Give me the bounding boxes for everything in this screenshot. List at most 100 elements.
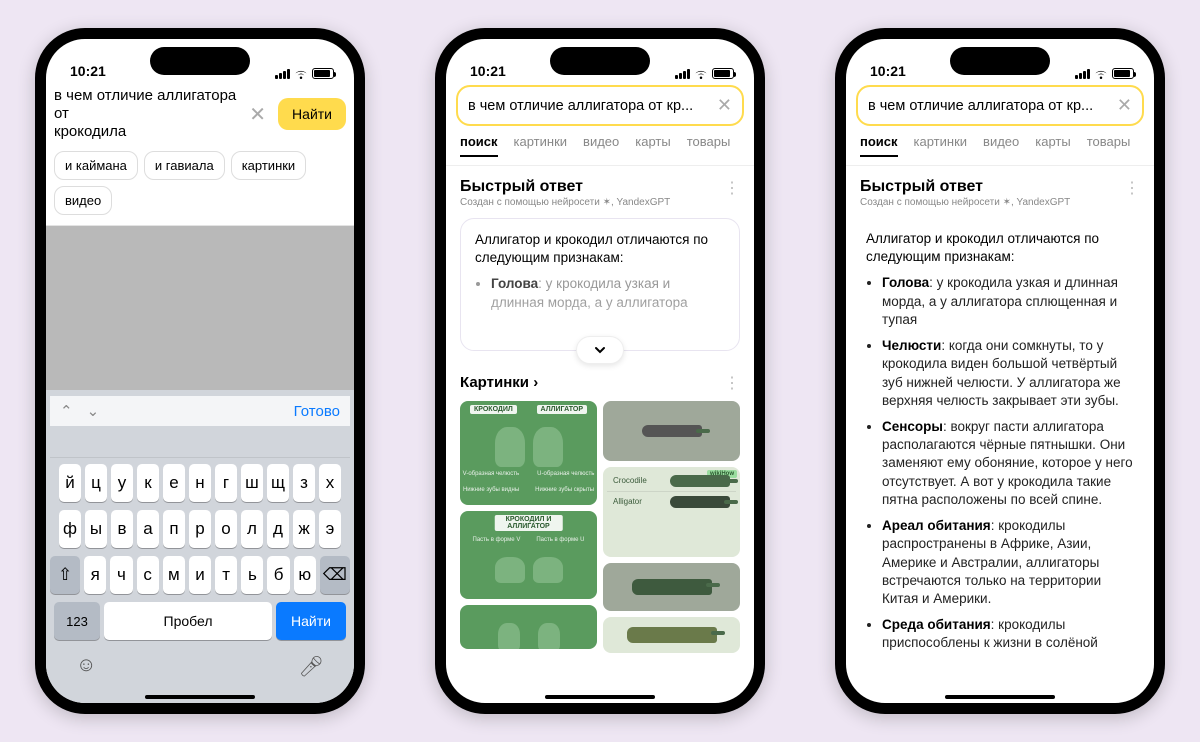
clear-icon[interactable]: ✕ (243, 100, 272, 129)
key-letter[interactable]: й (59, 464, 81, 502)
tab-search[interactable]: поиск (860, 134, 898, 157)
notch (950, 47, 1050, 75)
kb-done-button[interactable]: Готово (294, 403, 340, 420)
key-letter[interactable]: к (137, 464, 159, 502)
image-result[interactable] (603, 401, 740, 461)
chip[interactable]: и каймана (54, 151, 138, 180)
clear-icon[interactable]: ✕ (711, 95, 732, 116)
tab-goods[interactable]: товары (687, 134, 731, 157)
status-icons (1075, 68, 1134, 79)
key-letter[interactable]: л (241, 510, 263, 548)
content[interactable]: Быстрый ответ Создан с помощью нейросети… (846, 166, 1154, 680)
mic-icon[interactable]: 🎤︎ (299, 654, 324, 679)
image-result[interactable]: КРОКОДИЛ АЛЛИГАТОР V-образная челюстьU-о… (460, 401, 597, 505)
emoji-icon[interactable]: ☺ (76, 654, 96, 679)
qa-card: Аллигатор и крокодил отличаются по следу… (860, 218, 1140, 653)
phone-1: 10:21 в чем отличие аллигатора от крокод… (35, 28, 365, 714)
key-letter[interactable]: ю (294, 556, 316, 594)
kb-down-icon[interactable]: ⌄ (87, 402, 100, 420)
key-space[interactable]: Пробел (104, 602, 272, 640)
tab-video[interactable]: видео (583, 134, 619, 157)
key-letter[interactable]: а (137, 510, 159, 548)
tab-video[interactable]: видео (983, 134, 1019, 157)
search-area: в чем отличие аллигатора от крокодила ✕ … (46, 81, 354, 226)
battery-icon (712, 68, 734, 79)
key-letter[interactable]: ц (85, 464, 107, 502)
key-letter[interactable]: т (215, 556, 237, 594)
more-icon[interactable]: ⋮ (1124, 178, 1140, 198)
key-letter[interactable]: е (163, 464, 185, 502)
tab-images[interactable]: картинки (514, 134, 568, 157)
content-dim (46, 226, 354, 406)
image-result[interactable]: wikiHow Crocodile Alligator (603, 467, 740, 557)
key-letter[interactable]: ж (293, 510, 315, 548)
key-letter[interactable]: м (163, 556, 185, 594)
phone-2: 10:21 в чем отличие аллигатора от кр... … (435, 28, 765, 714)
key-letter[interactable]: р (189, 510, 211, 548)
search-input[interactable]: в чем отличие аллигатора от кр... ✕ (856, 85, 1144, 126)
key-letter[interactable]: в (111, 510, 133, 548)
expand-button[interactable] (576, 336, 624, 364)
key-letter[interactable]: э (319, 510, 341, 548)
images-title[interactable]: Картинки › (460, 374, 538, 391)
qa-intro: Аллигатор и крокодил отличаются по следу… (866, 230, 1134, 266)
qa-bullet: Ареал обитания: крокодилы распространены… (882, 517, 1134, 608)
tab-search[interactable]: поиск (460, 134, 498, 157)
key-letter[interactable]: б (267, 556, 289, 594)
image-result[interactable] (603, 617, 740, 653)
chip[interactable]: картинки (231, 151, 307, 180)
chip[interactable]: и гавиала (144, 151, 225, 180)
image-result[interactable] (603, 563, 740, 611)
tab-goods[interactable]: товары (1087, 134, 1131, 157)
tab-maps[interactable]: карты (1035, 134, 1070, 157)
key-backspace[interactable]: ⌫ (320, 556, 350, 594)
key-letter[interactable]: д (267, 510, 289, 548)
qa-title: Быстрый ответ (860, 178, 1070, 196)
wifi-icon (1094, 69, 1108, 79)
key-letter[interactable]: з (293, 464, 315, 502)
key-letter[interactable]: х (319, 464, 341, 502)
qa-bullet: Среда обитания: крокодилы приспособлены … (882, 616, 1134, 652)
search-row: в чем отличие аллигатора от крокодила ✕ … (54, 85, 346, 143)
key-letter[interactable]: о (215, 510, 237, 548)
key-shift[interactable]: ⇧ (50, 556, 80, 594)
image-result[interactable]: КРОКОДИЛ И АЛЛИГАТОР Пасть в форме VПаст… (460, 511, 597, 599)
home-indicator[interactable] (945, 695, 1055, 699)
qa-subtitle: Создан с помощью нейросети ✶, YandexGPT (460, 197, 670, 208)
signal-icon (275, 69, 290, 79)
key-letter[interactable]: г (215, 464, 237, 502)
find-button[interactable]: Найти (278, 98, 346, 130)
qa-bullet: Челюсти: когда они сомкнуты, то у крокод… (882, 337, 1134, 410)
kb-up-icon[interactable]: ⌃ (60, 402, 73, 420)
qa-intro: Аллигатор и крокодил отличаются по следу… (475, 231, 725, 267)
search-input[interactable]: в чем отличие аллигатора от кр... ✕ (456, 85, 744, 126)
key-letter[interactable]: п (163, 510, 185, 548)
chip[interactable]: видео (54, 186, 112, 215)
key-123[interactable]: 123 (54, 602, 100, 640)
home-indicator[interactable] (145, 695, 255, 699)
key-letter[interactable]: с (137, 556, 159, 594)
more-icon[interactable]: ⋮ (724, 178, 740, 198)
keyboard[interactable]: ⌃ ⌄ Готово йцукенгшщзх фывапролджэ ⇧ячсми… (46, 390, 354, 703)
key-letter[interactable]: я (84, 556, 106, 594)
key-letter[interactable]: у (111, 464, 133, 502)
clear-icon[interactable]: ✕ (1111, 95, 1132, 116)
key-letter[interactable]: и (189, 556, 211, 594)
key-enter[interactable]: Найти (276, 602, 346, 640)
content[interactable]: Быстрый ответ Создан с помощью нейросети… (446, 166, 754, 680)
search-input[interactable]: в чем отличие аллигатора от крокодила (54, 85, 237, 143)
key-letter[interactable]: ы (85, 510, 107, 548)
candidate-bar[interactable] (50, 426, 350, 458)
key-letter[interactable]: ш (241, 464, 263, 502)
key-letter[interactable]: н (189, 464, 211, 502)
key-letter[interactable]: щ (267, 464, 289, 502)
tab-images[interactable]: картинки (914, 134, 968, 157)
signal-icon (675, 69, 690, 79)
key-letter[interactable]: ь (241, 556, 263, 594)
home-indicator[interactable] (545, 695, 655, 699)
key-letter[interactable]: ф (59, 510, 81, 548)
image-result[interactable] (460, 605, 597, 649)
more-icon[interactable]: ⋮ (724, 373, 740, 393)
key-letter[interactable]: ч (110, 556, 132, 594)
tab-maps[interactable]: карты (635, 134, 670, 157)
